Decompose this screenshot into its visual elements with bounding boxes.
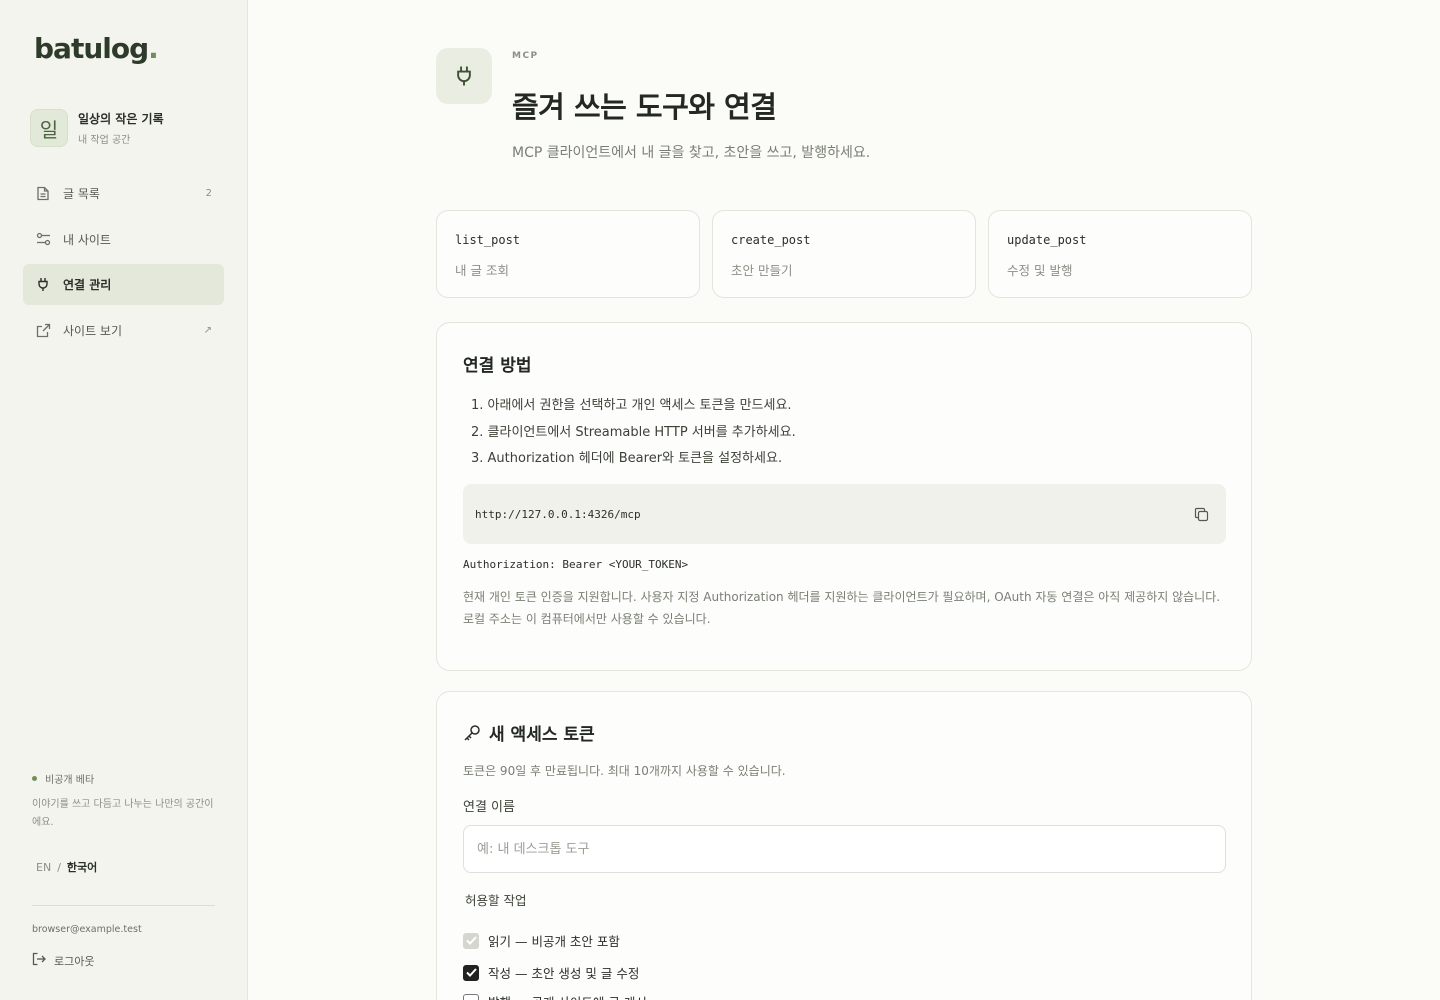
- tool-name: list_post: [455, 233, 521, 247]
- section-title: 연결 방법: [463, 356, 532, 376]
- section-title: 새 액세스 토큰: [463, 720, 595, 745]
- sidebar-item-label: 글 목록: [63, 187, 100, 201]
- endpoint-url[interactable]: http://127.0.0.1:4326/mcp: [475, 508, 1188, 521]
- write-checkbox[interactable]: [463, 964, 479, 981]
- tool-name: create_post: [731, 233, 811, 247]
- permission-label: 작성 — 초안 생성 및 글 수정: [488, 966, 640, 981]
- tool-description: 수정 및 발행: [1007, 263, 1073, 278]
- sliders-icon: [35, 231, 51, 247]
- divider: [32, 905, 215, 906]
- workspace-name: 일상의 작은 기록: [78, 112, 164, 126]
- permission-label: 발행 — 공개 사이트에 글 게시: [488, 992, 647, 1000]
- sidebar: batulog. 일 일상의 작은 기록 내 작업 공간 글 목록 2 내 사이…: [0, 0, 248, 1000]
- endpoint-box: http://127.0.0.1:4326/mcp: [463, 484, 1226, 544]
- logout-button[interactable]: 로그아웃: [32, 952, 94, 969]
- sidebar-item-label: 내 사이트: [63, 232, 111, 247]
- beta-description: 이야기를 쓰고 다듬고 나누는 나만의 공간이에요.: [32, 799, 214, 828]
- token-description: 토큰은 90일 후 만료됩니다. 최대 10개까지 사용할 수 있습니다.: [463, 764, 786, 778]
- arrow-up-right-icon: ↗: [203, 324, 212, 336]
- tool-card-update-post: update_post 수정 및 발행: [988, 210, 1252, 298]
- permission-read[interactable]: 읽기 — 비공개 초안 포함: [463, 931, 620, 950]
- sidebar-item-posts[interactable]: 글 목록 2: [23, 173, 224, 214]
- sidebar-item-my-site[interactable]: 내 사이트: [23, 219, 224, 260]
- tool-description: 초안 만들기: [731, 263, 793, 278]
- tool-name: update_post: [1007, 233, 1087, 247]
- plug-icon: [436, 48, 492, 104]
- document-icon: [35, 186, 51, 202]
- permission-write[interactable]: 작성 — 초안 생성 및 글 수정: [463, 963, 639, 982]
- language-ko[interactable]: 한국어: [67, 861, 97, 874]
- tool-card-create-post: create_post 초안 만들기: [712, 210, 976, 298]
- external-link-icon: [35, 322, 51, 338]
- read-checkbox[interactable]: [463, 932, 479, 949]
- beta-badge: 비공개 베타: [45, 775, 95, 786]
- permission-label: 읽기 — 비공개 초안 포함: [488, 934, 620, 949]
- connection-note: 현재 개인 토큰 인증을 지원합니다. 사용자 지정 Authorization…: [463, 590, 1221, 626]
- connection-name-label: 연결 이름: [463, 800, 515, 815]
- permissions-label: 허용할 작업: [465, 893, 527, 908]
- step-item: 2. 클라이언트에서 Streamable HTTP 서버를 추가하세요.: [471, 424, 796, 440]
- page-subtitle: MCP 클라이언트에서 내 글을 찾고, 초안을 쓰고, 발행하세요.: [512, 145, 871, 161]
- page-eyebrow: MCP: [512, 51, 539, 61]
- logout-icon: [32, 952, 46, 969]
- plug-icon: [35, 277, 51, 293]
- sidebar-item-label: 사이트 보기: [63, 323, 123, 338]
- language-en[interactable]: EN: [36, 861, 51, 874]
- account-email: browser@example.test: [32, 924, 142, 935]
- key-icon: [463, 724, 481, 742]
- tool-card-list-post: list_post 내 글 조회: [436, 210, 700, 298]
- workspace-switcher[interactable]: 일 일상의 작은 기록 내 작업 공간: [30, 109, 164, 147]
- auth-header-example: Authorization: Bearer <YOUR_TOKEN>: [463, 558, 689, 571]
- workspace-avatar: 일: [30, 109, 68, 147]
- post-count-badge: 2: [205, 188, 212, 199]
- connection-guide-card: 연결 방법 1. 아래에서 권한을 선택하고 개인 액세스 토큰을 만드세요. …: [436, 322, 1252, 671]
- publish-checkbox[interactable]: [463, 993, 479, 1000]
- sidebar-item-view-site[interactable]: 사이트 보기 ↗: [23, 310, 224, 351]
- status-dot-icon: [32, 776, 37, 781]
- brand-logo[interactable]: batulog.: [34, 32, 159, 65]
- sidebar-item-label: 연결 관리: [63, 278, 112, 292]
- beta-notice: 비공개 베타 이야기를 쓰고 다듬고 나누는 나만의 공간이에요.: [32, 771, 222, 832]
- sidebar-nav: 글 목록 2 내 사이트 연결 관리 사이트 보기 ↗: [23, 173, 224, 355]
- connection-steps: 1. 아래에서 권한을 선택하고 개인 액세스 토큰을 만드세요. 2. 클라이…: [471, 393, 796, 473]
- permission-publish[interactable]: 발행 — 공개 사이트에 글 게시: [463, 992, 647, 1000]
- new-token-card: 새 액세스 토큰 토큰은 90일 후 만료됩니다. 최대 10개까지 사용할 수…: [436, 691, 1252, 1000]
- sidebar-item-connections[interactable]: 연결 관리: [23, 264, 224, 305]
- logout-label: 로그아웃: [54, 954, 95, 968]
- step-item: 3. Authorization 헤더에 Bearer와 토큰을 설정하세요.: [471, 451, 783, 466]
- page-title: 즐겨 쓰는 도구와 연결: [512, 90, 777, 124]
- language-switcher: EN / 한국어: [36, 861, 98, 874]
- workspace-subtitle: 내 작업 공간: [78, 135, 131, 146]
- copy-icon[interactable]: [1188, 501, 1214, 527]
- tool-description: 내 글 조회: [455, 263, 509, 278]
- connection-name-input[interactable]: [463, 825, 1226, 873]
- step-item: 1. 아래에서 권한을 선택하고 개인 액세스 토큰을 만드세요.: [471, 398, 792, 413]
